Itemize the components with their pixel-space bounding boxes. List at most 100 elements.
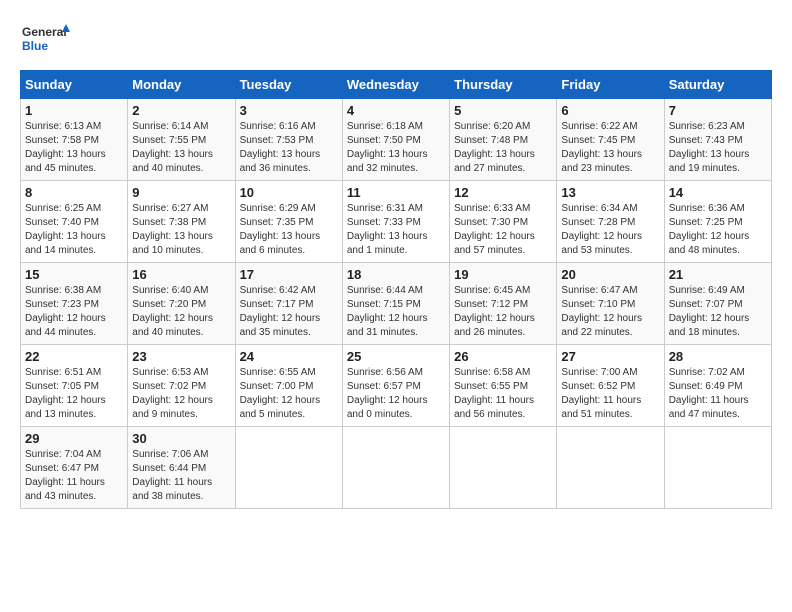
calendar-cell <box>235 427 342 509</box>
day-info: Sunrise: 6:38 AM Sunset: 7:23 PM Dayligh… <box>25 284 123 340</box>
calendar-week-2: 15 Sunrise: 6:38 AM Sunset: 7:23 PM Dayli… <box>21 263 772 345</box>
day-number: 23 <box>132 349 230 364</box>
header: General Blue <box>20 20 772 60</box>
calendar-cell: 14 Sunrise: 6:36 AM Sunset: 7:25 PM Dayli… <box>664 181 771 263</box>
day-header-friday: Friday <box>557 71 664 99</box>
calendar-week-4: 29 Sunrise: 7:04 AM Sunset: 6:47 PM Dayli… <box>21 427 772 509</box>
day-info: Sunrise: 6:23 AM Sunset: 7:43 PM Dayligh… <box>669 120 767 176</box>
day-number: 17 <box>240 267 338 282</box>
calendar-cell: 11 Sunrise: 6:31 AM Sunset: 7:33 PM Dayli… <box>342 181 449 263</box>
logo-svg: General Blue <box>20 20 70 60</box>
calendar-cell <box>450 427 557 509</box>
day-info: Sunrise: 7:04 AM Sunset: 6:47 PM Dayligh… <box>25 448 123 504</box>
day-info: Sunrise: 6:40 AM Sunset: 7:20 PM Dayligh… <box>132 284 230 340</box>
day-header-saturday: Saturday <box>664 71 771 99</box>
day-info: Sunrise: 7:02 AM Sunset: 6:49 PM Dayligh… <box>669 366 767 422</box>
day-header-wednesday: Wednesday <box>342 71 449 99</box>
calendar-week-1: 8 Sunrise: 6:25 AM Sunset: 7:40 PM Daylig… <box>21 181 772 263</box>
day-info: Sunrise: 6:56 AM Sunset: 6:57 PM Dayligh… <box>347 366 445 422</box>
day-info: Sunrise: 6:22 AM Sunset: 7:45 PM Dayligh… <box>561 120 659 176</box>
calendar-cell: 9 Sunrise: 6:27 AM Sunset: 7:38 PM Daylig… <box>128 181 235 263</box>
calendar-cell: 7 Sunrise: 6:23 AM Sunset: 7:43 PM Daylig… <box>664 99 771 181</box>
day-header-monday: Monday <box>128 71 235 99</box>
day-number: 26 <box>454 349 552 364</box>
calendar-cell: 30 Sunrise: 7:06 AM Sunset: 6:44 PM Dayli… <box>128 427 235 509</box>
logo: General Blue <box>20 20 70 60</box>
day-number: 29 <box>25 431 123 446</box>
calendar-cell: 8 Sunrise: 6:25 AM Sunset: 7:40 PM Daylig… <box>21 181 128 263</box>
day-info: Sunrise: 6:13 AM Sunset: 7:58 PM Dayligh… <box>25 120 123 176</box>
calendar-cell: 23 Sunrise: 6:53 AM Sunset: 7:02 PM Dayli… <box>128 345 235 427</box>
day-info: Sunrise: 6:14 AM Sunset: 7:55 PM Dayligh… <box>132 120 230 176</box>
calendar-cell <box>664 427 771 509</box>
day-number: 30 <box>132 431 230 446</box>
day-info: Sunrise: 7:06 AM Sunset: 6:44 PM Dayligh… <box>132 448 230 504</box>
day-number: 12 <box>454 185 552 200</box>
calendar-cell: 24Sunrise: 6:55 AM Sunset: 7:00 PM Dayli… <box>235 345 342 427</box>
calendar-cell: 25 Sunrise: 6:56 AM Sunset: 6:57 PM Dayli… <box>342 345 449 427</box>
day-info: Sunrise: 6:36 AM Sunset: 7:25 PM Dayligh… <box>669 202 767 258</box>
calendar-table: SundayMondayTuesdayWednesdayThursdayFrid… <box>20 70 772 509</box>
day-number: 11 <box>347 185 445 200</box>
calendar-cell: 20 Sunrise: 6:47 AM Sunset: 7:10 PM Dayli… <box>557 263 664 345</box>
day-number: 22 <box>25 349 123 364</box>
calendar-cell: 1 Sunrise: 6:13 AM Sunset: 7:58 PM Daylig… <box>21 99 128 181</box>
day-info: Sunrise: 6:51 AM Sunset: 7:05 PM Dayligh… <box>25 366 123 422</box>
day-info: Sunrise: 6:18 AM Sunset: 7:50 PM Dayligh… <box>347 120 445 176</box>
day-number: 28 <box>669 349 767 364</box>
day-number: 25 <box>347 349 445 364</box>
day-info: Sunrise: 6:44 AM Sunset: 7:15 PM Dayligh… <box>347 284 445 340</box>
day-number: 1 <box>25 103 123 118</box>
day-info: Sunrise: 6:53 AM Sunset: 7:02 PM Dayligh… <box>132 366 230 422</box>
calendar-week-0: 1 Sunrise: 6:13 AM Sunset: 7:58 PM Daylig… <box>21 99 772 181</box>
calendar-cell <box>342 427 449 509</box>
day-number: 2 <box>132 103 230 118</box>
day-number: 24 <box>240 349 338 364</box>
calendar-cell: 4 Sunrise: 6:18 AM Sunset: 7:50 PM Daylig… <box>342 99 449 181</box>
day-info: Sunrise: 6:58 AM Sunset: 6:55 PM Dayligh… <box>454 366 552 422</box>
day-number: 10 <box>240 185 338 200</box>
day-header-tuesday: Tuesday <box>235 71 342 99</box>
day-number: 14 <box>669 185 767 200</box>
calendar-cell: 26 Sunrise: 6:58 AM Sunset: 6:55 PM Dayli… <box>450 345 557 427</box>
day-number: 3 <box>240 103 338 118</box>
day-number: 21 <box>669 267 767 282</box>
calendar-cell: 15 Sunrise: 6:38 AM Sunset: 7:23 PM Dayli… <box>21 263 128 345</box>
day-number: 18 <box>347 267 445 282</box>
calendar-cell: 27 Sunrise: 7:00 AM Sunset: 6:52 PM Dayli… <box>557 345 664 427</box>
day-info: Sunrise: 6:34 AM Sunset: 7:28 PM Dayligh… <box>561 202 659 258</box>
day-info: Sunrise: 6:42 AM Sunset: 7:17 PM Dayligh… <box>240 284 338 340</box>
calendar-cell: 16 Sunrise: 6:40 AM Sunset: 7:20 PM Dayli… <box>128 263 235 345</box>
svg-text:Blue: Blue <box>22 39 48 53</box>
day-info: Sunrise: 6:31 AM Sunset: 7:33 PM Dayligh… <box>347 202 445 258</box>
day-info: Sunrise: 7:00 AM Sunset: 6:52 PM Dayligh… <box>561 366 659 422</box>
day-number: 7 <box>669 103 767 118</box>
day-number: 4 <box>347 103 445 118</box>
day-info: Sunrise: 6:45 AM Sunset: 7:12 PM Dayligh… <box>454 284 552 340</box>
day-number: 5 <box>454 103 552 118</box>
calendar-week-3: 22 Sunrise: 6:51 AM Sunset: 7:05 PM Dayli… <box>21 345 772 427</box>
calendar-cell: 10 Sunrise: 6:29 AM Sunset: 7:35 PM Dayli… <box>235 181 342 263</box>
calendar-cell: 12 Sunrise: 6:33 AM Sunset: 7:30 PM Dayli… <box>450 181 557 263</box>
day-number: 27 <box>561 349 659 364</box>
day-info: Sunrise: 6:29 AM Sunset: 7:35 PM Dayligh… <box>240 202 338 258</box>
calendar-cell: 13Sunrise: 6:34 AM Sunset: 7:28 PM Dayli… <box>557 181 664 263</box>
day-number: 20 <box>561 267 659 282</box>
calendar-header-row: SundayMondayTuesdayWednesdayThursdayFrid… <box>21 71 772 99</box>
day-info: Sunrise: 6:47 AM Sunset: 7:10 PM Dayligh… <box>561 284 659 340</box>
calendar-cell: 22 Sunrise: 6:51 AM Sunset: 7:05 PM Dayli… <box>21 345 128 427</box>
calendar-cell <box>557 427 664 509</box>
calendar-cell: 2 Sunrise: 6:14 AM Sunset: 7:55 PM Daylig… <box>128 99 235 181</box>
day-number: 9 <box>132 185 230 200</box>
svg-text:General: General <box>22 25 67 39</box>
day-number: 8 <box>25 185 123 200</box>
day-info: Sunrise: 6:25 AM Sunset: 7:40 PM Dayligh… <box>25 202 123 258</box>
day-info: Sunrise: 6:20 AM Sunset: 7:48 PM Dayligh… <box>454 120 552 176</box>
calendar-cell: 5 Sunrise: 6:20 AM Sunset: 7:48 PM Daylig… <box>450 99 557 181</box>
day-info: Sunrise: 6:27 AM Sunset: 7:38 PM Dayligh… <box>132 202 230 258</box>
day-info: Sunrise: 6:33 AM Sunset: 7:30 PM Dayligh… <box>454 202 552 258</box>
calendar-cell: 17 Sunrise: 6:42 AM Sunset: 7:17 PM Dayli… <box>235 263 342 345</box>
day-number: 15 <box>25 267 123 282</box>
day-number: 16 <box>132 267 230 282</box>
calendar-cell: 19Sunrise: 6:45 AM Sunset: 7:12 PM Dayli… <box>450 263 557 345</box>
